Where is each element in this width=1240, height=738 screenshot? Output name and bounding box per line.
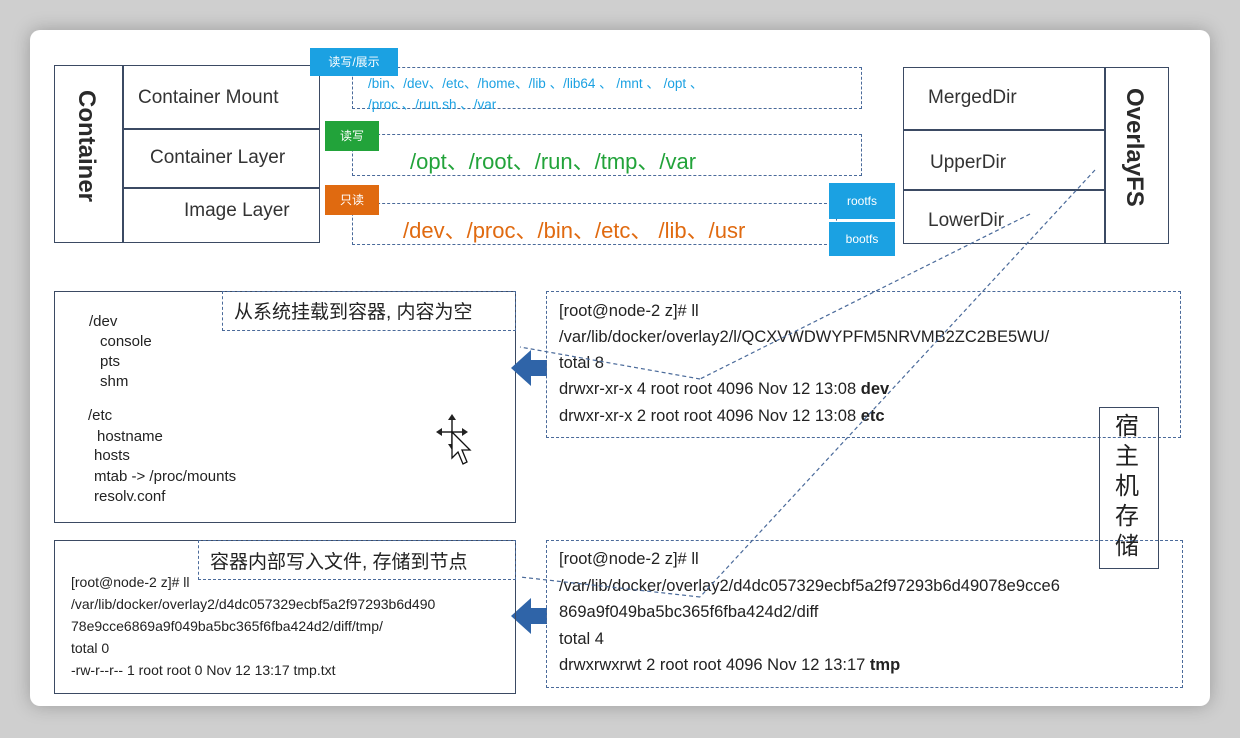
connector-lines (519, 169, 1096, 598)
connector-upper-to-bottom (699, 169, 1096, 598)
connector-bottom-to-panel (519, 576, 701, 598)
connector-lower-to-top (699, 213, 1031, 380)
connector-top-to-panel (519, 346, 701, 380)
